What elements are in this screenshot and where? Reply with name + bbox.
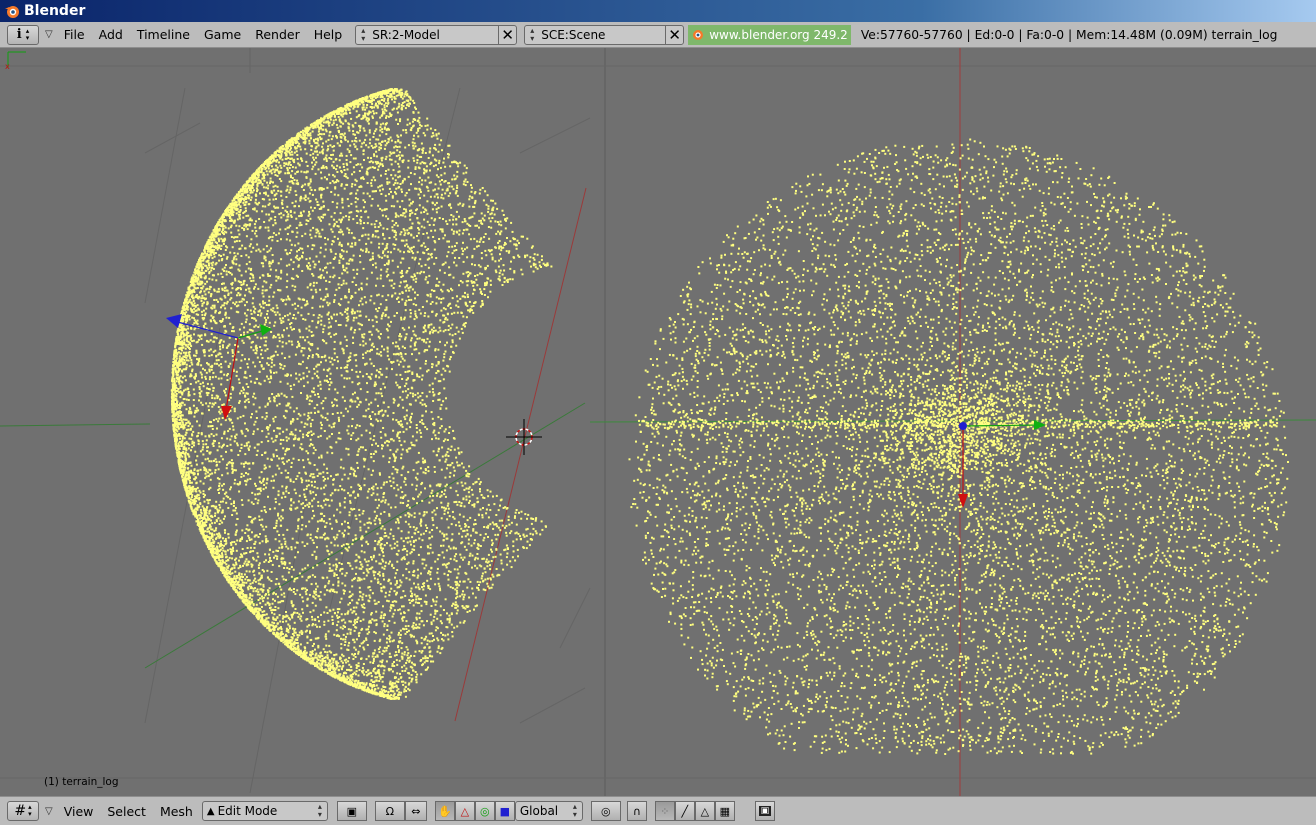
mode-selector[interactable]: ▲ Edit Mode ▴ ▾	[202, 801, 328, 821]
orientation-name[interactable]: Global	[516, 804, 568, 818]
viewport-canvas[interactable]	[0, 48, 1316, 796]
mode-name[interactable]: Edit Mode	[215, 804, 313, 818]
draw-type-icon: ▣	[347, 805, 357, 818]
hand-icon: ✋	[438, 805, 452, 818]
manipulator-rotate-button[interactable]: △	[455, 801, 475, 821]
edge-select-mode-button[interactable]: ╱	[675, 801, 695, 821]
screen-selector[interactable]: ▴ ▾ SR:2-Model ✕	[355, 25, 517, 45]
scene-stats: Ve:57760-57760 | Ed:0-0 | Fa:0-0 | Mem:1…	[851, 28, 1278, 42]
menu-file[interactable]: File	[57, 27, 92, 42]
updown-arrows-icon: ▴ ▾	[568, 803, 582, 819]
window-titlebar: Blender	[0, 0, 1316, 22]
menu-view[interactable]: View	[57, 804, 101, 819]
delete-screen-icon[interactable]: ✕	[498, 26, 516, 44]
z-axis-dot-icon	[959, 422, 967, 430]
info-icon: i	[17, 27, 22, 42]
website-link[interactable]: www.blender.org 249.2	[688, 25, 851, 45]
menu-mesh[interactable]: Mesh	[153, 804, 200, 819]
cube-icon: ▦	[720, 805, 730, 818]
grid-icon: #	[14, 803, 26, 819]
left-view-grid	[145, 48, 590, 793]
pivot-selector[interactable]: Ω	[375, 801, 405, 821]
manipulator-scale-button[interactable]: ◎	[475, 801, 495, 821]
editor-type-selector[interactable]: # ▴ ▾	[7, 801, 39, 821]
window-title: Blender	[24, 3, 85, 19]
edit-mode-icon: ▲	[203, 806, 215, 817]
y-arrow-icon	[260, 324, 272, 336]
blender-logo-icon	[692, 29, 704, 41]
menu-timeline[interactable]: Timeline	[130, 27, 197, 42]
manipulator-combo-button[interactable]: ■	[495, 801, 515, 821]
active-object-label: (1) terrain_log	[44, 776, 119, 788]
menu-select[interactable]: Select	[100, 804, 153, 819]
vertex-select-icon: ⁘	[660, 805, 669, 818]
pivot-icon: Ω	[386, 805, 394, 818]
transform-widget-toggle[interactable]: ⇔	[405, 801, 427, 821]
manipulator-translate-button[interactable]: ✋	[435, 801, 455, 821]
collapse-menu-icon[interactable]: ▽	[45, 806, 53, 817]
updown-arrows-icon: ▴ ▾	[525, 27, 539, 43]
blender-logo-icon	[4, 3, 20, 19]
draw-type-selector[interactable]: ▣	[337, 801, 367, 821]
delete-scene-icon[interactable]: ✕	[665, 26, 683, 44]
collapse-menu-icon[interactable]: ▽	[45, 29, 53, 40]
3d-view-header: # ▴ ▾ ▽ View Select Mesh ▲ Edit Mode ▴ ▾ ▣…	[0, 796, 1316, 825]
widget-icon: ⇔	[411, 805, 420, 818]
render-preview-button[interactable]: ▣	[755, 801, 775, 821]
updown-arrows-icon: ▴ ▾	[313, 803, 327, 819]
menu-add[interactable]: Add	[92, 27, 130, 42]
mini-axis-icon: x	[0, 48, 30, 70]
rotate-icon: △	[461, 805, 469, 818]
orientation-selector[interactable]: Global ▴ ▾	[515, 801, 583, 821]
updown-arrows-icon: ▴ ▾	[26, 28, 30, 42]
menu-game[interactable]: Game	[197, 27, 248, 42]
3d-viewport[interactable]: x (1) terrain_log	[0, 48, 1316, 796]
right-view-vertices	[629, 139, 1290, 756]
scene-selector[interactable]: ▴ ▾ SCE:Scene ✕	[524, 25, 684, 45]
menu-render[interactable]: Render	[248, 27, 307, 42]
left-x-axis-line	[455, 188, 586, 721]
left-view-vertices	[171, 88, 553, 700]
editor-type-selector[interactable]: i ▴ ▾	[7, 25, 39, 45]
screen-name[interactable]: SR:2-Model	[370, 28, 498, 42]
occlude-geometry-button[interactable]: ▦	[715, 801, 735, 821]
edge-select-icon: ╱	[682, 805, 689, 818]
website-text: www.blender.org 249.2	[709, 28, 848, 42]
render-image-icon: ▣	[759, 806, 772, 816]
menu-help[interactable]: Help	[307, 27, 350, 42]
square-icon: ■	[500, 805, 510, 818]
face-select-icon: △	[701, 805, 709, 818]
updown-arrows-icon: ▴ ▾	[356, 27, 370, 43]
scale-icon: ◎	[480, 805, 490, 818]
updown-arrows-icon: ▴ ▾	[28, 804, 32, 818]
3d-cursor-icon	[506, 419, 542, 455]
proportional-edit-selector[interactable]: ◎	[591, 801, 621, 821]
proportional-icon: ◎	[601, 805, 611, 818]
face-select-mode-button[interactable]: △	[695, 801, 715, 821]
magnet-icon: ∩	[633, 805, 641, 818]
vertex-select-mode-button[interactable]: ⁘	[655, 801, 675, 821]
scene-name[interactable]: SCE:Scene	[539, 28, 665, 42]
left-y-axis-line	[0, 424, 150, 426]
snap-toggle[interactable]: ∩	[627, 801, 647, 821]
info-header: i ▴ ▾ ▽ File Add Timeline Game Render Hel…	[0, 22, 1316, 48]
